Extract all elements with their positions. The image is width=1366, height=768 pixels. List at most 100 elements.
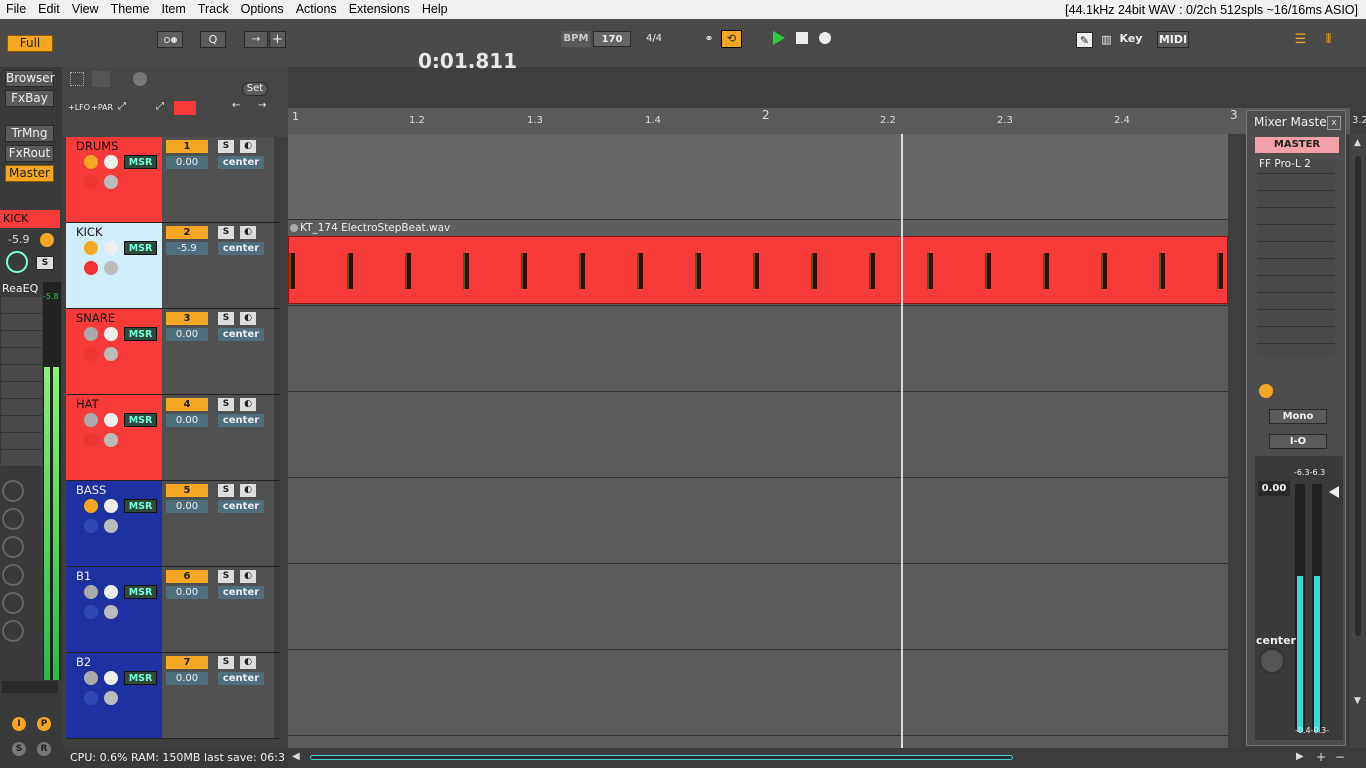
track-msr-button[interactable]: MSR: [124, 413, 157, 427]
track-number[interactable]: 6: [166, 570, 208, 583]
track-solo-button[interactable]: S: [218, 570, 234, 583]
env-icon[interactable]: ◐: [240, 656, 256, 669]
track-number[interactable]: 5: [166, 484, 208, 497]
fx-slot-pro-l2[interactable]: FF Pro-L 2: [1259, 158, 1311, 170]
time-display[interactable]: 0:01.811: [418, 49, 517, 73]
track-volume[interactable]: 0.00: [166, 156, 208, 169]
track-pan[interactable]: center: [218, 672, 264, 685]
arrow-left-icon[interactable]: ←: [232, 100, 240, 111]
arrow-right-icon[interactable]: →: [258, 100, 266, 111]
routing-icon[interactable]: [104, 261, 118, 275]
record-icon[interactable]: [819, 32, 831, 44]
track-msr-button[interactable]: MSR: [124, 155, 157, 169]
drums-folder-lane[interactable]: [288, 134, 1228, 220]
fader-pointer-icon[interactable]: [1329, 486, 1339, 498]
record-arm-icon[interactable]: [84, 499, 98, 513]
track-number[interactable]: 7: [166, 656, 208, 669]
fxrout-button[interactable]: FxRout: [5, 145, 54, 162]
track-solo-button[interactable]: S: [218, 484, 234, 497]
track-solo-button[interactable]: S: [218, 226, 234, 239]
env-icon[interactable]: ◐: [240, 140, 256, 153]
track-msr-button[interactable]: MSR: [124, 585, 157, 599]
fx-slot-reaeq[interactable]: ReaEQ: [2, 282, 38, 295]
env-icon[interactable]: ◐: [240, 484, 256, 497]
horizontal-scrollbar[interactable]: ◀ ▶ + −: [288, 748, 1366, 768]
snap-button[interactable]: →: [244, 31, 268, 48]
env-icon[interactable]: ◐: [240, 226, 256, 239]
add-button[interactable]: +: [269, 31, 286, 48]
menu-lines-icon[interactable]: ☰: [1292, 32, 1309, 48]
zoom-out-icon[interactable]: −: [1335, 750, 1345, 764]
settings-icon[interactable]: [133, 72, 147, 86]
env-icon[interactable]: ◐: [240, 398, 256, 411]
record-arm-icon[interactable]: [84, 241, 98, 255]
track-name-area[interactable]: DRUMS MSR: [66, 137, 162, 222]
track-number[interactable]: 3: [166, 312, 208, 325]
menu-item[interactable]: Item: [155, 0, 191, 19]
track-volume[interactable]: 0.00: [166, 672, 208, 685]
menu-file[interactable]: File: [0, 0, 32, 19]
routing-icon[interactable]: [104, 519, 118, 533]
track-msr-button[interactable]: MSR: [124, 327, 157, 341]
track-number[interactable]: 1: [166, 140, 208, 153]
fx-wrench-icon[interactable]: [104, 155, 118, 169]
track-name-area[interactable]: B2 MSR: [66, 653, 162, 738]
track-pan[interactable]: center: [218, 586, 264, 599]
track-volume[interactable]: 0.00: [166, 500, 208, 513]
track-pan[interactable]: center: [218, 156, 264, 169]
routing-icon[interactable]: [104, 347, 118, 361]
master-button[interactable]: Master: [5, 165, 54, 182]
fx-wrench-icon[interactable]: [104, 499, 118, 513]
browser-button[interactable]: Browser: [5, 70, 55, 87]
track-volume[interactable]: -5.9: [166, 242, 208, 255]
scroll-left-icon[interactable]: ◀: [292, 751, 300, 762]
track-number[interactable]: 4: [166, 398, 208, 411]
expand-icon[interactable]: ⤢: [118, 101, 126, 112]
track-pan[interactable]: center: [218, 328, 264, 341]
quantize-button[interactable]: Q: [200, 31, 226, 48]
menu-extensions[interactable]: Extensions: [343, 0, 416, 19]
env-icon[interactable]: ◐: [240, 312, 256, 325]
io-button[interactable]: I-O: [1269, 434, 1327, 449]
timeline-ruler[interactable]: 1 1.2 1.3 1.4 2 2.2 2.3 2.4 3 3.2: [288, 108, 1366, 134]
metronome-icon[interactable]: ⚭: [700, 31, 718, 47]
phase-icon[interactable]: [84, 433, 98, 447]
input-button[interactable]: I: [12, 717, 26, 731]
send-knob[interactable]: [2, 564, 24, 586]
master-volume[interactable]: 0.00: [1258, 481, 1290, 496]
fx-wrench-icon[interactable]: [104, 413, 118, 427]
phase-icon[interactable]: [84, 605, 98, 619]
playhead[interactable]: [901, 134, 903, 748]
record-arm-icon[interactable]: [84, 585, 98, 599]
phase-icon[interactable]: [84, 261, 98, 275]
master-pan-knob[interactable]: [1259, 648, 1285, 674]
routing-icon[interactable]: [104, 175, 118, 189]
phase-icon[interactable]: [84, 691, 98, 705]
menu-track[interactable]: Track: [192, 0, 235, 19]
track-row[interactable]: BASS MSR 5 S ◐ 0.00 center: [66, 481, 280, 567]
track-row[interactable]: B1 MSR 6 S ◐ 0.00 center: [66, 567, 280, 653]
pan-knob[interactable]: [6, 251, 28, 273]
env-icon[interactable]: ◐: [240, 570, 256, 583]
master-arm-icon[interactable]: [1259, 384, 1273, 398]
record-arm-icon[interactable]: [84, 327, 98, 341]
pencil-icon[interactable]: ✎: [1076, 32, 1093, 48]
phase-icon[interactable]: [84, 347, 98, 361]
p-button[interactable]: P: [37, 717, 51, 731]
master-fx-list[interactable]: [1257, 157, 1335, 357]
zoom-in-icon[interactable]: +: [1316, 750, 1326, 764]
routing-icon[interactable]: [104, 605, 118, 619]
play-icon[interactable]: [773, 31, 785, 45]
midi-button[interactable]: MIDI: [1157, 31, 1189, 48]
bpm-field[interactable]: 170: [593, 31, 631, 47]
track-row[interactable]: SNARE MSR 3 S ◐ 0.00 center: [66, 309, 280, 395]
track-row[interactable]: B2 MSR 7 S ◐ 0.00 center: [66, 653, 280, 739]
send-knobs[interactable]: [2, 480, 26, 660]
vertical-scrollbar[interactable]: ▲ ▼: [1350, 134, 1366, 748]
solo-button[interactable]: S: [36, 256, 54, 270]
scroll-thumb[interactable]: [310, 755, 1013, 760]
fx-wrench-icon[interactable]: [104, 585, 118, 599]
stop-icon[interactable]: [796, 32, 808, 44]
view-icon[interactable]: [92, 71, 110, 87]
mixer-bars-icon[interactable]: ⦀: [1320, 32, 1337, 48]
